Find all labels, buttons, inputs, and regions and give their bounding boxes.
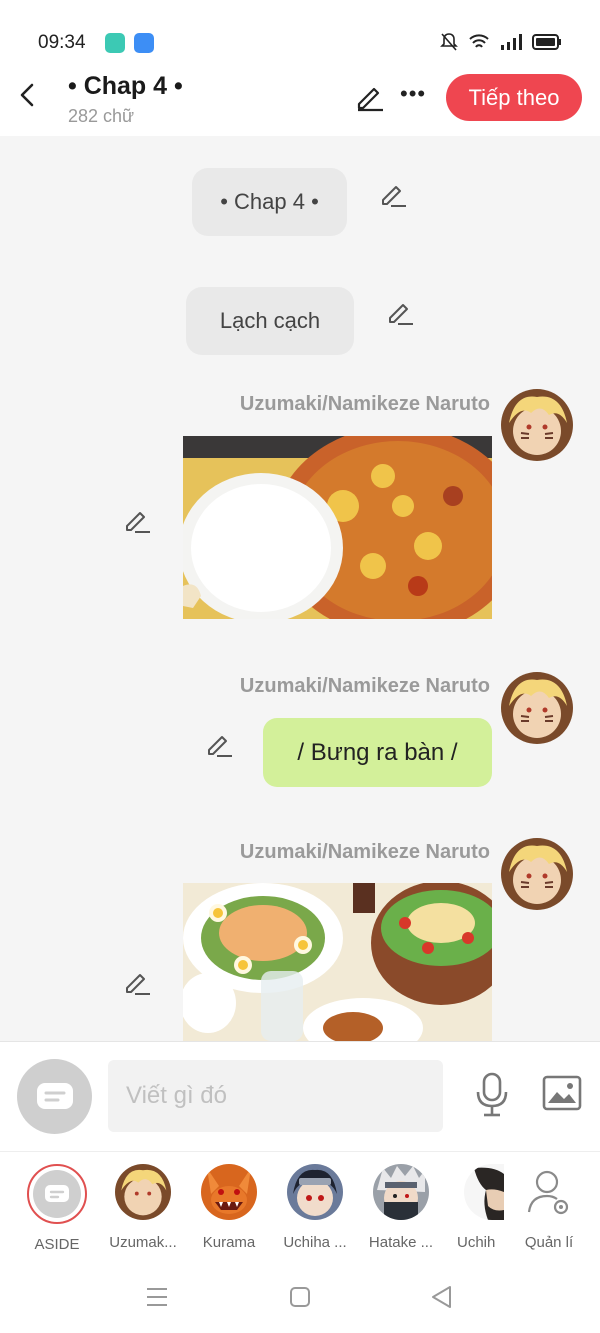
image-icon[interactable]: [542, 1075, 582, 1111]
more-icon[interactable]: •••: [400, 82, 426, 106]
pencil-icon[interactable]: [123, 506, 151, 534]
sender-name: Uzumaki/Namikeze Naruto: [239, 841, 490, 863]
system-navigation-bar: [0, 1261, 600, 1333]
back-icon[interactable]: [16, 82, 40, 108]
avatar[interactable]: [501, 838, 573, 910]
manage-icon: [521, 1164, 577, 1220]
avatar: [287, 1164, 343, 1220]
aside-icon: [36, 1082, 73, 1109]
image-message-meal[interactable]: [183, 883, 492, 1041]
system-message-text: Lạch cạch: [219, 308, 321, 333]
menu-icon[interactable]: [146, 1287, 168, 1307]
chapter-title: • Chap 4 •: [68, 72, 183, 100]
app-notification-icon: [105, 33, 125, 53]
character-label: Quản lí: [524, 1234, 574, 1251]
character-hatake[interactable]: Hatake ...: [358, 1164, 444, 1251]
word-count: 282 chữ: [68, 106, 135, 126]
battery-icon: [532, 34, 561, 50]
manage-characters-button[interactable]: Quản lí: [506, 1164, 592, 1251]
app-notification-icon-2: [134, 33, 154, 53]
system-message[interactable]: Lạch cạch: [186, 287, 354, 355]
home-icon[interactable]: [289, 1286, 311, 1308]
avatar[interactable]: [501, 672, 573, 744]
character-label: Uchiha ...: [283, 1234, 347, 1251]
aside-icon: [45, 1185, 69, 1202]
next-button[interactable]: Tiếp theo: [446, 74, 582, 121]
pencil-icon[interactable]: [379, 180, 407, 208]
sender-name: Uzumaki/Namikeze Naruto: [239, 393, 490, 415]
aside-toggle-button[interactable]: [17, 1059, 92, 1134]
pencil-icon[interactable]: [123, 968, 151, 996]
edit-icon[interactable]: [354, 82, 384, 112]
image-message-curry[interactable]: [183, 436, 492, 619]
character-label: Uzumak...: [109, 1234, 177, 1251]
system-message[interactable]: • Chap 4 •: [192, 168, 347, 236]
character-label: Kurama: [202, 1234, 256, 1251]
aside-avatar: [27, 1164, 87, 1224]
character-uchiha-2[interactable]: Uchih: [444, 1164, 504, 1251]
text-message-bubble[interactable]: / Bưng ra bàn /: [263, 718, 492, 787]
avatar: [464, 1164, 504, 1220]
character-uchiha-1[interactable]: Uchiha ...: [272, 1164, 358, 1251]
back-nav-icon[interactable]: [430, 1285, 454, 1309]
message-input[interactable]: [108, 1060, 443, 1132]
avatar: [373, 1164, 429, 1220]
character-naruto[interactable]: Uzumak...: [100, 1164, 186, 1251]
character-label: Hatake ...: [368, 1234, 434, 1251]
mic-icon[interactable]: [474, 1072, 510, 1118]
signal-icon: [501, 34, 522, 50]
composer-bar: [0, 1041, 600, 1151]
pencil-icon[interactable]: [386, 298, 414, 326]
status-time: 09:34: [38, 32, 86, 53]
sender-name: Uzumaki/Namikeze Naruto: [239, 675, 490, 697]
mute-icon: [440, 33, 458, 51]
text-message-text: / Bưng ra bàn /: [297, 738, 458, 766]
editor-header: • Chap 4 • 282 chữ ••• Tiếp theo: [0, 70, 600, 136]
status-icons: [440, 32, 562, 52]
character-kurama[interactable]: Kurama: [186, 1164, 272, 1251]
character-label: Uchih: [457, 1234, 496, 1251]
avatar: [201, 1164, 257, 1220]
system-message-text: • Chap 4 •: [220, 189, 319, 214]
avatar[interactable]: [501, 389, 573, 461]
avatar: [115, 1164, 171, 1220]
wifi-icon: [469, 34, 489, 48]
character-aside[interactable]: ASIDE: [14, 1164, 100, 1253]
pencil-icon[interactable]: [205, 730, 233, 758]
character-label: ASIDE: [34, 1236, 80, 1253]
chat-area[interactable]: • Chap 4 • Lạch cạch Uzumaki/Namikeze Na…: [0, 136, 600, 1041]
status-bar: 09:34: [0, 0, 600, 70]
character-bar: ASIDE Uzumak... Kurama Uchiha ... Hatake…: [0, 1151, 600, 1261]
